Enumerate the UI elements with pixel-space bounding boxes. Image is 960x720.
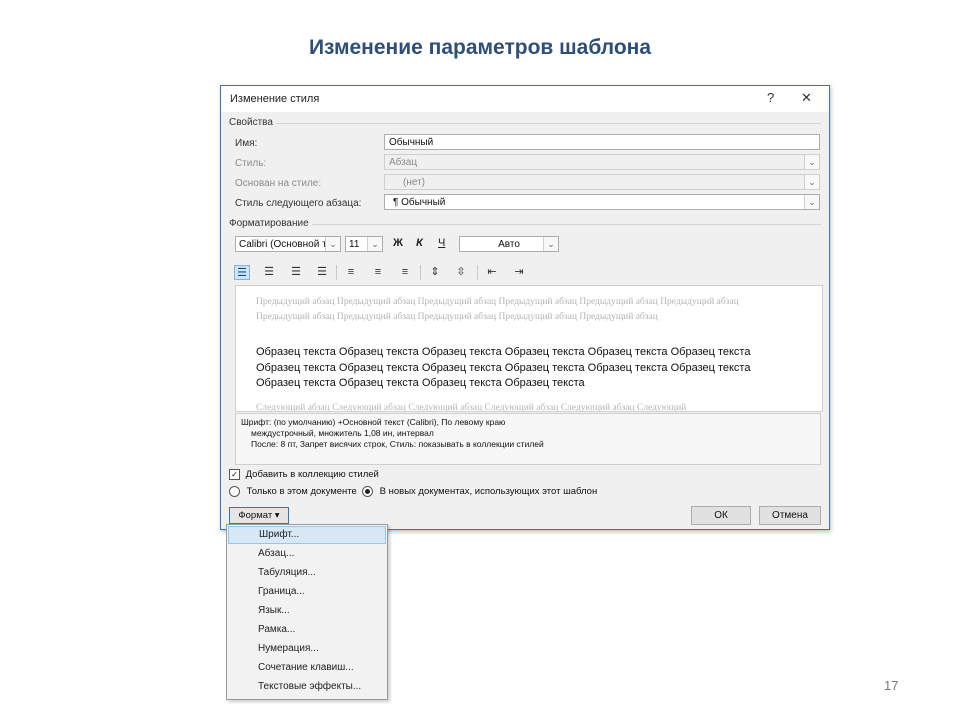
- radio-off-icon: [229, 486, 240, 497]
- italic-button[interactable]: К: [416, 237, 423, 249]
- add-to-gallery-label: Добавить в коллекцию стилей: [245, 469, 379, 481]
- description-line-3: После: 8 пт, Запрет висячих строк, Стиль…: [251, 439, 544, 449]
- toolbar-separator: [420, 265, 421, 280]
- increase-indent-icon[interactable]: ⇥: [511, 265, 527, 280]
- radio-on-icon: [362, 486, 373, 497]
- dialog-titlebar: Изменение стиля ? ✕: [221, 86, 829, 112]
- previous-paragraph-text: Предыдущий абзац Предыдущий абзац Предыд…: [256, 297, 739, 322]
- new-documents-label: В новых документах, использующих этот ша…: [379, 486, 598, 498]
- underline-button[interactable]: Ч: [438, 237, 445, 249]
- chevron-down-icon: ⌄: [804, 155, 819, 169]
- menu-item-language[interactable]: Язык...: [228, 602, 386, 620]
- menu-item-paragraph[interactable]: Абзац...: [228, 545, 386, 563]
- menu-item-font[interactable]: Шрифт...: [228, 526, 386, 544]
- properties-group-label: Свойства: [229, 117, 276, 128]
- style-description: Шрифт: (по умолчанию) +Основной текст (C…: [235, 413, 821, 465]
- decrease-spacing-icon[interactable]: ⇳: [453, 265, 469, 280]
- format-menu: Шрифт... Абзац... Табуляция... Граница..…: [226, 524, 388, 700]
- cancel-button[interactable]: Отмена: [759, 506, 821, 525]
- menu-item-border[interactable]: Граница...: [228, 583, 386, 601]
- single-spacing-icon[interactable]: ≡: [343, 265, 359, 280]
- only-this-document-label: Только в этом документе: [246, 486, 357, 498]
- based-on-label: Основан на стиле:: [235, 178, 322, 189]
- font-color-select[interactable]: Авто ⌄: [459, 236, 559, 252]
- menu-item-numbering[interactable]: Нумерация...: [228, 640, 386, 658]
- align-left-icon[interactable]: ☰: [234, 265, 250, 280]
- decrease-indent-icon[interactable]: ⇤: [484, 265, 500, 280]
- align-center-icon[interactable]: ☰: [261, 265, 277, 280]
- name-label: Имя:: [235, 138, 258, 149]
- font-select[interactable]: Calibri (Основной текст) ⌄: [235, 236, 341, 252]
- menu-item-frame[interactable]: Рамка...: [228, 621, 386, 639]
- description-line-2: междустрочный, множитель 1,08 ин, интерв…: [251, 428, 434, 438]
- chevron-down-icon: ⌄: [804, 195, 819, 209]
- chevron-down-icon: ⌄: [367, 237, 382, 251]
- close-button[interactable]: ✕: [801, 90, 812, 106]
- next-style-value: ¶ Обычный: [393, 197, 446, 208]
- double-spacing-icon[interactable]: ≡: [397, 265, 413, 280]
- next-paragraph-text: Следующий абзац Следующий абзац Следующи…: [256, 403, 687, 412]
- menu-item-tabs[interactable]: Табуляция...: [228, 564, 386, 582]
- style-type-label: Стиль:: [235, 158, 267, 169]
- modify-style-dialog: Изменение стиля ? ✕ Свойства Имя: Обычны…: [220, 85, 830, 530]
- add-to-gallery-checkbox[interactable]: ✓ Добавить в коллекцию стилей: [229, 469, 379, 480]
- menu-item-shortcut-keys[interactable]: Сочетание клавиш...: [228, 659, 386, 677]
- bold-button[interactable]: Ж: [393, 237, 403, 249]
- align-justify-icon[interactable]: ☰: [314, 265, 330, 280]
- style-preview: Предыдущий абзац Предыдущий абзац Предыд…: [235, 285, 823, 412]
- sample-text: Образец текста Образец текста Образец те…: [256, 346, 751, 389]
- next-style-label: Стиль следующего абзаца:: [235, 198, 362, 209]
- chevron-down-icon: ⌄: [543, 237, 558, 251]
- description-line-1: Шрифт: (по умолчанию) +Основной текст (C…: [241, 417, 506, 427]
- style-type-select: Абзац ⌄: [384, 154, 820, 170]
- font-size-select[interactable]: 11 ⌄: [345, 236, 383, 252]
- one-half-spacing-icon[interactable]: ≡: [370, 265, 386, 280]
- dialog-title: Изменение стиля: [230, 93, 320, 105]
- only-this-document-radio[interactable]: Только в этом документе: [229, 486, 357, 497]
- ok-button[interactable]: ОК: [691, 506, 751, 525]
- increase-spacing-icon[interactable]: ⇕: [427, 265, 443, 280]
- align-right-icon[interactable]: ☰: [288, 265, 304, 280]
- based-on-select: (нет) ⌄: [384, 174, 820, 190]
- name-field[interactable]: Обычный: [384, 134, 820, 150]
- style-type-value: Абзац: [389, 157, 418, 168]
- help-button[interactable]: ?: [767, 90, 774, 105]
- menu-item-text-effects[interactable]: Текстовые эффекты...: [228, 678, 386, 696]
- new-documents-radio[interactable]: В новых документах, использующих этот ша…: [362, 486, 597, 497]
- chevron-down-icon: ⌄: [804, 175, 819, 189]
- chevron-down-icon: ⌄: [325, 237, 340, 251]
- slide-title: Изменение параметров шаблона: [308, 36, 652, 59]
- formatting-group-label: Форматирование: [229, 218, 312, 229]
- toolbar-separator: [336, 265, 337, 280]
- based-on-value: (нет): [403, 177, 425, 188]
- checkmark-icon: ✓: [229, 469, 240, 480]
- format-button[interactable]: Формат ▾: [229, 507, 289, 524]
- font-size-value: 11: [349, 239, 360, 250]
- toolbar-separator: [477, 265, 478, 280]
- next-style-select[interactable]: ¶ Обычный ⌄: [384, 194, 820, 210]
- page-number: 17: [884, 678, 899, 693]
- font-color-value: Авто: [498, 239, 520, 250]
- name-value: Обычный: [389, 137, 434, 148]
